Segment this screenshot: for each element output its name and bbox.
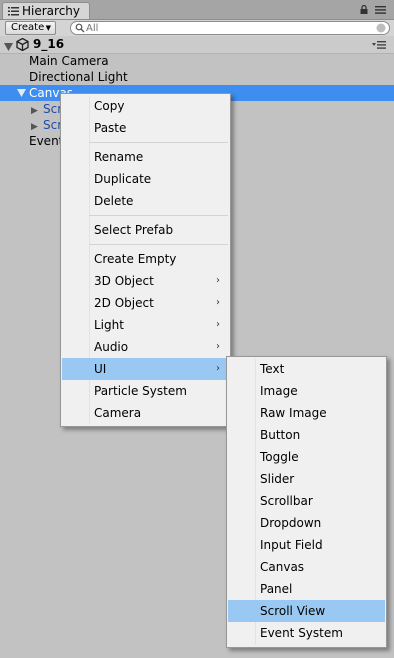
- menu-item-3d-object[interactable]: 3D Object ›: [62, 270, 229, 292]
- menu-item-label: Create Empty: [94, 252, 177, 266]
- menu-item-label: Copy: [94, 99, 125, 113]
- fold-down-icon[interactable]: [4, 40, 13, 54]
- menu-item-label: Panel: [260, 582, 293, 596]
- submenu-item-button[interactable]: Button: [228, 424, 385, 446]
- submenu-item-dropdown[interactable]: Dropdown: [228, 512, 385, 534]
- menu-item-label: Camera: [94, 406, 142, 420]
- submenu-item-image[interactable]: Image: [228, 380, 385, 402]
- menu-item-label: Dropdown: [260, 516, 322, 530]
- submenu-item-input-field[interactable]: Input Field: [228, 534, 385, 556]
- menu-item-label: Particle System: [94, 384, 187, 398]
- tab-title: Hierarchy: [22, 4, 81, 18]
- lock-icon[interactable]: [360, 5, 368, 14]
- chevron-right-icon: ›: [216, 297, 220, 308]
- chevron-right-icon: ›: [216, 363, 220, 374]
- unity-scene-icon: [16, 38, 29, 51]
- menu-item-label: Input Field: [260, 538, 323, 552]
- search-input[interactable]: [86, 22, 366, 34]
- search-field[interactable]: [70, 21, 390, 35]
- menu-item-rename[interactable]: Rename: [62, 146, 229, 168]
- menu-item-light[interactable]: Light ›: [62, 314, 229, 336]
- menu-item-particle-system[interactable]: Particle System: [62, 380, 229, 402]
- create-label: Create: [11, 22, 45, 33]
- chevron-right-icon: ›: [216, 275, 220, 286]
- menu-item-label: Event System: [260, 626, 343, 640]
- submenu-item-canvas[interactable]: Canvas: [228, 556, 385, 578]
- tree-item-main-camera[interactable]: Main Camera: [29, 53, 109, 69]
- hierarchy-tab[interactable]: Hierarchy: [2, 2, 90, 19]
- submenu-item-panel[interactable]: Panel: [228, 578, 385, 600]
- menu-item-label: Rename: [94, 150, 144, 164]
- hierarchy-toolbar: Create ▼: [0, 20, 394, 37]
- tree-item-scroll-2[interactable]: ▶ Scr: [31, 117, 62, 133]
- menu-separator: [89, 244, 228, 245]
- menu-item-label: UI: [94, 362, 107, 376]
- tree-item-label: Event: [29, 134, 64, 148]
- tree-item-label: Main Camera: [29, 54, 109, 68]
- menu-item-duplicate[interactable]: Duplicate: [62, 168, 229, 190]
- menu-item-create-empty[interactable]: Create Empty: [62, 248, 229, 270]
- tree-item-label: Directional Light: [29, 70, 128, 84]
- menu-item-label: 3D Object: [94, 274, 154, 288]
- fold-down-icon[interactable]: [17, 85, 26, 101]
- submenu-item-toggle[interactable]: Toggle: [228, 446, 385, 468]
- menu-item-ui[interactable]: UI ›: [62, 358, 229, 380]
- tree-item-event-system[interactable]: Event: [29, 133, 63, 149]
- menu-separator: [89, 142, 228, 143]
- menu-item-select-prefab[interactable]: Select Prefab: [62, 219, 229, 241]
- menu-item-label: Canvas: [260, 560, 305, 574]
- scene-name: 9_16: [33, 37, 65, 51]
- menu-item-label: Image: [260, 384, 298, 398]
- menu-item-label: Select Prefab: [94, 223, 174, 237]
- menu-item-camera[interactable]: Camera: [62, 402, 229, 424]
- search-icon: [75, 23, 85, 33]
- menu-item-label: Slider: [260, 472, 295, 486]
- clear-search-icon[interactable]: [376, 23, 386, 33]
- menu-item-label: Delete: [94, 194, 134, 208]
- chevron-right-icon: ›: [216, 341, 220, 352]
- submenu-item-raw-image[interactable]: Raw Image: [228, 402, 385, 424]
- create-dropdown-button[interactable]: Create ▼: [5, 21, 56, 35]
- dropdown-arrow-icon: ▼: [45, 24, 51, 32]
- submenu-item-slider[interactable]: Slider: [228, 468, 385, 490]
- menu-item-label: Text: [260, 362, 285, 376]
- scene-options-icon[interactable]: [372, 41, 386, 49]
- menu-item-label: Light: [94, 318, 124, 332]
- tree-item-scroll-1[interactable]: ▶ Scr: [31, 101, 62, 117]
- tree-item-directional-light[interactable]: Directional Light: [29, 69, 128, 85]
- list-icon: [8, 7, 19, 16]
- submenu-item-scroll-view[interactable]: Scroll View: [228, 600, 385, 622]
- menu-item-label: 2D Object: [94, 296, 154, 310]
- menu-item-2d-object[interactable]: 2D Object ›: [62, 292, 229, 314]
- menu-item-copy[interactable]: Copy: [62, 95, 229, 117]
- submenu-item-text[interactable]: Text: [228, 358, 385, 380]
- tab-options-icon[interactable]: [375, 6, 386, 14]
- chevron-right-icon: ›: [216, 319, 220, 330]
- menu-item-delete[interactable]: Delete: [62, 190, 229, 212]
- submenu-item-event-system[interactable]: Event System: [228, 622, 385, 644]
- menu-item-label: Raw Image: [260, 406, 327, 420]
- menu-item-label: Duplicate: [94, 172, 152, 186]
- context-menu: Copy Paste Rename Duplicate Delete Selec…: [60, 93, 231, 427]
- scene-header[interactable]: 9_16: [0, 36, 394, 54]
- menu-item-label: Scrollbar: [260, 494, 313, 508]
- tab-bar: Hierarchy: [0, 0, 394, 20]
- menu-separator: [89, 215, 228, 216]
- menu-item-label: Scroll View: [260, 604, 326, 618]
- menu-item-audio[interactable]: Audio ›: [62, 336, 229, 358]
- submenu-item-scrollbar[interactable]: Scrollbar: [228, 490, 385, 512]
- menu-item-label: Paste: [94, 121, 127, 135]
- menu-item-label: Toggle: [260, 450, 299, 464]
- menu-item-label: Audio: [94, 340, 129, 354]
- menu-item-label: Button: [260, 428, 301, 442]
- menu-item-paste[interactable]: Paste: [62, 117, 229, 139]
- ui-submenu: Text Image Raw Image Button Toggle Slide…: [226, 356, 387, 648]
